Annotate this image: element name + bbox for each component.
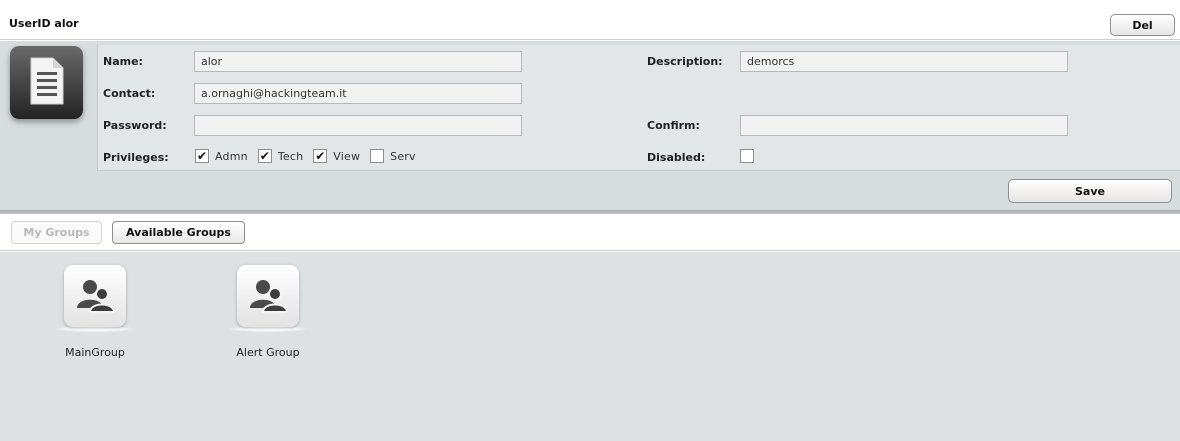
group-label: MainGroup bbox=[65, 346, 125, 359]
privilege-view-checkbox[interactable]: ✔ bbox=[313, 149, 328, 163]
group-tile[interactable] bbox=[237, 265, 299, 327]
privilege-tech-checkbox[interactable]: ✔ bbox=[257, 149, 272, 163]
privilege-serv-checkbox[interactable] bbox=[370, 149, 385, 163]
contact-label: Contact: bbox=[103, 87, 156, 100]
password-label: Password: bbox=[103, 119, 167, 132]
privilege-admn-checkbox[interactable]: ✔ bbox=[195, 149, 209, 163]
save-button[interactable]: Save bbox=[1008, 179, 1172, 203]
header-bar: UserID alor Del bbox=[0, 0, 1180, 40]
group-label: Alert Group bbox=[236, 346, 300, 359]
description-field[interactable] bbox=[740, 51, 1068, 72]
confirm-label: Confirm: bbox=[647, 119, 700, 132]
disabled-checkbox[interactable] bbox=[740, 149, 754, 163]
user-avatar bbox=[10, 46, 83, 119]
groups-area: MainGroup Alert Group bbox=[0, 252, 1180, 441]
name-field[interactable] bbox=[194, 51, 522, 72]
tab-available-groups[interactable]: Available Groups bbox=[112, 221, 245, 244]
document-icon bbox=[30, 57, 64, 105]
privilege-serv-label: Serv bbox=[390, 149, 416, 163]
page-title: UserID alor bbox=[9, 17, 79, 30]
privilege-tech-label: Tech bbox=[277, 149, 304, 163]
confirm-password-field[interactable] bbox=[740, 115, 1068, 136]
group-item-maingroup[interactable]: MainGroup bbox=[45, 265, 145, 359]
privileges-group: ✔ Admn ✔ Tech ✔ View Serv bbox=[195, 149, 426, 163]
delete-button[interactable]: Del bbox=[1110, 14, 1175, 36]
groups-tab-bar: My Groups Available Groups bbox=[0, 214, 1180, 251]
privileges-label: Privileges: bbox=[103, 151, 169, 164]
group-icon bbox=[77, 280, 114, 313]
description-label: Description: bbox=[647, 55, 723, 68]
privilege-admn-label: Admn bbox=[215, 149, 248, 163]
password-field[interactable] bbox=[194, 115, 522, 136]
privilege-view-label: View bbox=[333, 149, 361, 163]
contact-field[interactable] bbox=[194, 83, 522, 104]
name-label: Name: bbox=[103, 55, 143, 68]
group-item-alert-group[interactable]: Alert Group bbox=[218, 265, 318, 359]
group-tile[interactable] bbox=[64, 265, 126, 327]
group-icon bbox=[250, 280, 287, 313]
disabled-label: Disabled: bbox=[647, 151, 706, 164]
tab-my-groups[interactable]: My Groups bbox=[11, 221, 102, 244]
